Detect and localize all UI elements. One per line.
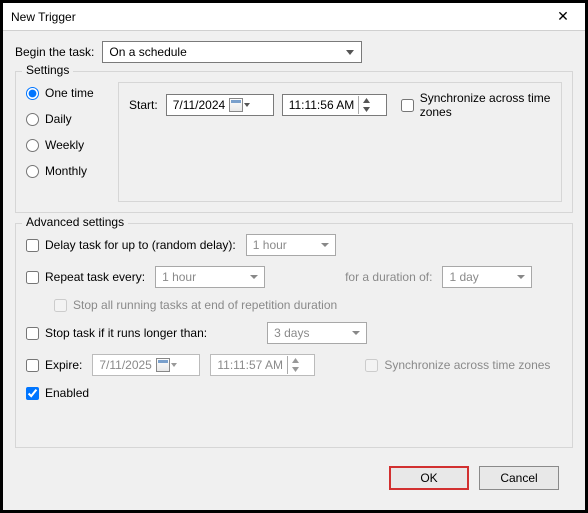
stop-longer-combo[interactable]: 3 days bbox=[267, 322, 367, 344]
delay-combo[interactable]: 1 hour bbox=[246, 234, 336, 256]
expire-sync-checkbox: Synchronize across time zones bbox=[365, 358, 550, 372]
spin-down-icon[interactable] bbox=[359, 105, 374, 114]
spin-down-icon[interactable] bbox=[288, 365, 303, 374]
window-title: New Trigger bbox=[11, 10, 76, 24]
advanced-legend: Advanced settings bbox=[22, 215, 128, 229]
new-trigger-dialog: New Trigger ✕ Begin the task: On a sched… bbox=[3, 3, 585, 510]
begin-task-label: Begin the task: bbox=[15, 45, 94, 59]
start-label: Start: bbox=[129, 98, 158, 112]
expire-date-input[interactable]: 7/11/2025 bbox=[92, 354, 200, 376]
time-spinner[interactable] bbox=[358, 96, 374, 114]
radio-daily[interactable]: Daily bbox=[26, 112, 106, 126]
duration-combo[interactable]: 1 day bbox=[442, 266, 532, 288]
advanced-fieldset: Advanced settings Delay task for up to (… bbox=[15, 223, 573, 448]
begin-task-select[interactable]: On a schedule bbox=[102, 41, 362, 63]
repeat-combo[interactable]: 1 hour bbox=[155, 266, 265, 288]
start-panel: Start: 7/11/2024 11:11:56 AM bbox=[118, 82, 562, 202]
radio-monthly[interactable]: Monthly bbox=[26, 164, 106, 178]
duration-label: for a duration of: bbox=[345, 270, 432, 284]
calendar-icon bbox=[229, 98, 243, 112]
start-date-input[interactable]: 7/11/2024 bbox=[166, 94, 274, 116]
expire-checkbox[interactable]: Expire: bbox=[26, 358, 82, 372]
enabled-checkbox[interactable]: Enabled bbox=[26, 386, 89, 400]
repeat-checkbox[interactable]: Repeat task every: bbox=[26, 270, 145, 284]
chevron-down-icon[interactable] bbox=[170, 363, 178, 367]
ok-button[interactable]: OK bbox=[389, 466, 469, 490]
cancel-button[interactable]: Cancel bbox=[479, 466, 559, 490]
begin-task-row: Begin the task: On a schedule bbox=[15, 41, 573, 63]
chevron-down-icon[interactable] bbox=[243, 103, 251, 107]
sync-timezones-checkbox[interactable]: Synchronize across time zones bbox=[401, 91, 551, 119]
settings-legend: Settings bbox=[22, 63, 73, 77]
delay-checkbox[interactable]: Delay task for up to (random delay): bbox=[26, 238, 236, 252]
spin-up-icon[interactable] bbox=[359, 96, 374, 105]
start-time-input[interactable]: 11:11:56 AM bbox=[282, 94, 387, 116]
radio-weekly[interactable]: Weekly bbox=[26, 138, 106, 152]
stop-repetition-checkbox: Stop all running tasks at end of repetit… bbox=[54, 298, 337, 312]
spin-up-icon[interactable] bbox=[288, 356, 303, 365]
dialog-footer: OK Cancel bbox=[15, 458, 573, 502]
titlebar: New Trigger ✕ bbox=[3, 3, 585, 31]
calendar-icon bbox=[156, 358, 170, 372]
stop-longer-checkbox[interactable]: Stop task if it runs longer than: bbox=[26, 326, 207, 340]
begin-task-value: On a schedule bbox=[109, 45, 186, 59]
time-spinner[interactable] bbox=[287, 356, 303, 374]
close-button[interactable]: ✕ bbox=[541, 3, 585, 31]
radio-one-time[interactable]: One time bbox=[26, 86, 106, 100]
expire-time-input[interactable]: 11:11:57 AM bbox=[210, 354, 315, 376]
settings-fieldset: Settings One time Daily Weekly Monthly S… bbox=[15, 71, 573, 213]
schedule-radios: One time Daily Weekly Monthly bbox=[26, 82, 106, 202]
